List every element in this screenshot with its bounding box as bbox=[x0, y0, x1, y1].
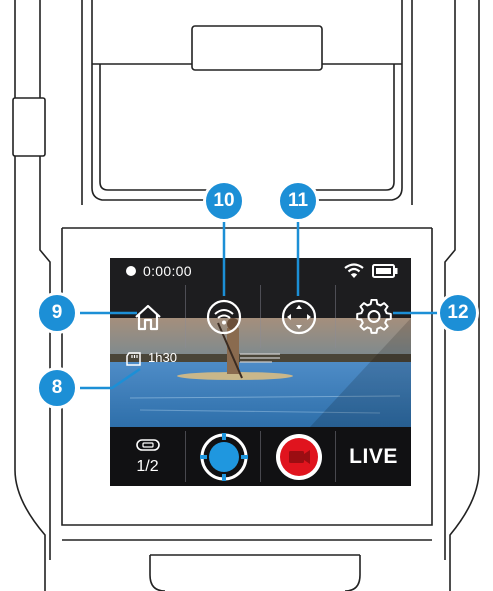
callout-9: 9 bbox=[36, 292, 78, 334]
camera-illustration: 0:00:00 1h30 1/2 LIVE 9 10 11 12 8 bbox=[0, 0, 493, 591]
callout-8: 8 bbox=[36, 367, 78, 409]
callout-10: 10 bbox=[203, 180, 245, 222]
callout-line-8 bbox=[80, 367, 141, 390]
callout-12: 12 bbox=[437, 292, 479, 334]
callout-11: 11 bbox=[277, 180, 319, 222]
callout-lines bbox=[80, 222, 441, 390]
